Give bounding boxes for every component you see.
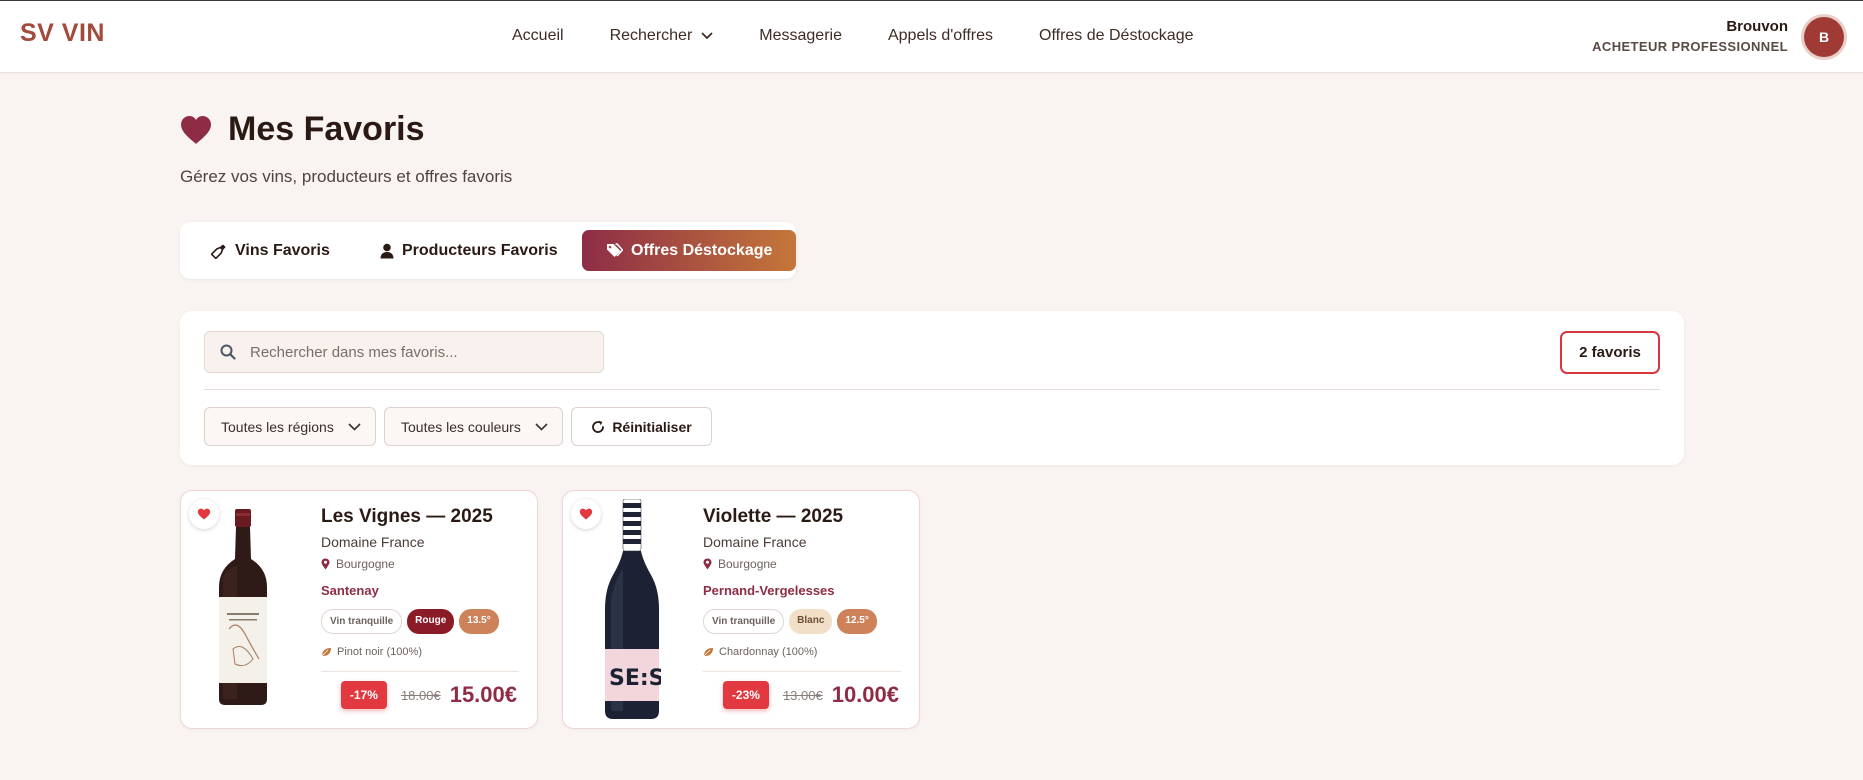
tag-wine-color: Blanc — [789, 609, 833, 634]
wine-bottle-icon — [211, 244, 226, 259]
nav-item-accueil[interactable]: Accueil — [512, 27, 564, 45]
wine-appellation: Santenay — [321, 583, 379, 598]
wine-card[interactable]: SE:S Violette — 2025 Domaine France Bour… — [562, 490, 920, 729]
rotate-icon — [592, 420, 605, 433]
tag-abv: 12.5° — [837, 609, 877, 634]
favorite-button[interactable] — [571, 499, 601, 529]
wine-grape-label: Chardonnay (100%) — [719, 646, 818, 658]
tag-wine-type: Vin tranquille — [321, 609, 403, 634]
divider — [204, 389, 1660, 390]
search-box[interactable] — [204, 331, 604, 373]
color-select-value: Toutes les couleurs — [401, 418, 521, 435]
wine-producer: Domaine France — [321, 534, 425, 550]
heart-icon — [579, 508, 593, 520]
wine-tags: Vin tranquille Blanc 12.5° — [703, 609, 882, 634]
nav-item-messagerie[interactable]: Messagerie — [759, 27, 842, 45]
wine-grape: Pinot noir (100%) — [321, 646, 422, 658]
chevron-down-icon — [535, 422, 548, 431]
wine-appellation: Pernand-Vergelesses — [703, 583, 835, 598]
wine-bottle-image — [219, 509, 267, 705]
old-price: 13.00€ — [782, 687, 823, 703]
tab-producteurs-favoris[interactable]: Producteurs Favoris — [380, 230, 558, 271]
reset-button-label: Réinitialiser — [612, 418, 692, 435]
wine-region-label: Bourgogne — [718, 557, 777, 571]
avatar[interactable]: B — [1804, 17, 1844, 57]
user-info[interactable]: Brouvon ACHETEUR PROFESSIONNEL — [1592, 18, 1788, 54]
top-navbar: SV VIN Accueil Rechercher Messagerie App… — [0, 0, 1863, 73]
current-price: 15.00€ — [449, 682, 517, 707]
user-icon — [380, 243, 394, 258]
tag-wine-type: Vin tranquille — [703, 609, 785, 634]
wine-producer: Domaine France — [703, 534, 807, 550]
nav-item-rechercher-label: Rechercher — [609, 27, 693, 44]
wine-region: Bourgogne — [321, 557, 395, 571]
wine-name[interactable]: Violette — 2025 — [703, 506, 843, 528]
user-name: Brouvon — [1726, 18, 1788, 35]
tab-vins-favoris-label: Vins Favoris — [235, 241, 330, 259]
divider — [703, 671, 901, 672]
main-nav: Accueil Rechercher Messagerie Appels d'o… — [512, 27, 1239, 45]
svg-text:SE:S: SE:S — [609, 666, 661, 691]
tag-wine-color: Rouge — [407, 609, 455, 634]
discount-badge: -17% — [340, 681, 387, 709]
wine-bottle-image: SE:S — [605, 499, 661, 719]
heart-icon — [181, 115, 211, 144]
heart-icon — [197, 508, 211, 520]
nav-item-appels-offres[interactable]: Appels d'offres — [888, 27, 993, 45]
wine-region: Bourgogne — [703, 557, 777, 571]
map-pin-icon — [321, 558, 330, 570]
chevron-down-icon — [701, 32, 713, 40]
page-subtitle: Gérez vos vins, producteurs et offres fa… — [180, 167, 513, 186]
brand-logo[interactable]: SV VIN — [20, 19, 105, 48]
price-row: -17% 18.00€ 15.00€ — [340, 681, 517, 709]
tags-icon — [607, 243, 623, 257]
region-select[interactable]: Toutes les régions — [204, 407, 376, 446]
tab-vins-favoris[interactable]: Vins Favoris — [211, 230, 330, 271]
user-role: ACHETEUR PROFESSIONNEL — [1592, 39, 1788, 54]
page-title: Mes Favoris — [228, 110, 425, 148]
tab-offres-destockage[interactable]: Offres Déstockage — [582, 230, 797, 271]
leaf-icon — [321, 648, 331, 657]
chevron-down-icon — [348, 422, 361, 431]
price-row: -23% 13.00€ 10.00€ — [722, 681, 899, 709]
wine-grape: Chardonnay (100%) — [703, 646, 817, 658]
wine-card[interactable]: Les Vignes — 2025 Domaine France Bourgog… — [180, 490, 538, 729]
old-price: 18.00€ — [400, 687, 441, 703]
tab-offres-destockage-label: Offres Déstockage — [631, 241, 773, 259]
current-price: 10.00€ — [831, 682, 899, 707]
favorites-count-badge: 2 favoris — [1560, 331, 1660, 374]
wine-name[interactable]: Les Vignes — 2025 — [321, 506, 493, 528]
map-pin-icon — [703, 558, 712, 570]
color-select[interactable]: Toutes les couleurs — [384, 407, 563, 446]
tab-producteurs-favoris-label: Producteurs Favoris — [402, 241, 558, 259]
wine-grape-label: Pinot noir (100%) — [337, 646, 422, 658]
divider — [321, 671, 519, 672]
nav-item-offres-destockage[interactable]: Offres de Déstockage — [1039, 27, 1193, 45]
wine-region-label: Bourgogne — [336, 557, 395, 571]
search-icon — [220, 344, 236, 360]
search-input[interactable] — [250, 343, 580, 361]
page-header: Mes Favoris — [179, 110, 425, 149]
filter-panel: 2 favoris Toutes les régions Toutes les … — [180, 311, 1684, 465]
tag-abv: 13.5° — [459, 609, 499, 634]
favorites-tabs: Vins Favoris Producteurs Favoris Offres … — [180, 222, 797, 279]
nav-item-rechercher[interactable]: Rechercher — [610, 27, 714, 45]
leaf-icon — [703, 648, 713, 657]
reset-button[interactable]: Réinitialiser — [571, 407, 712, 446]
discount-badge: -23% — [722, 681, 769, 709]
wine-tags: Vin tranquille Rouge 13.5° — [321, 609, 504, 634]
region-select-value: Toutes les régions — [221, 418, 334, 435]
